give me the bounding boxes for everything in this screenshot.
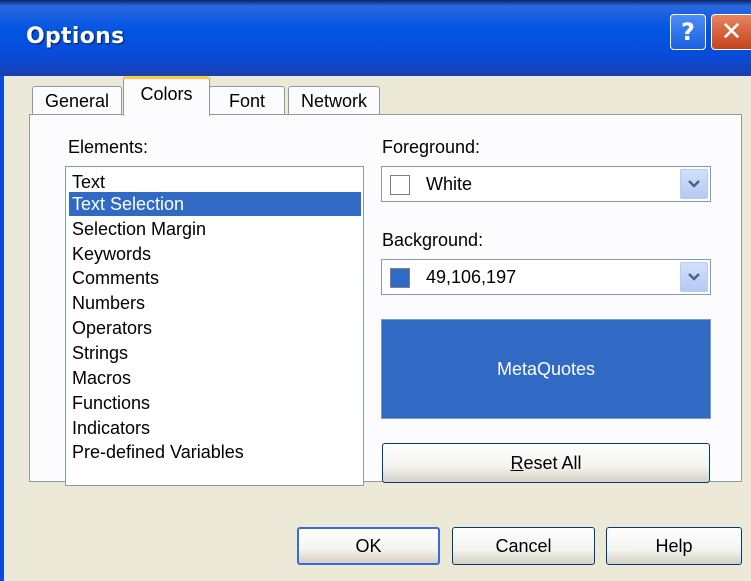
elements-label: Elements: [68,137,149,157]
list-item-keywords[interactable]: Keywords [72,242,151,266]
elements-listbox[interactable]: Text Text Selection Selection Margin Key… [65,166,364,486]
reset-all-label: eset All [523,452,582,473]
foreground-swatch [390,175,410,195]
title-bar[interactable]: Options ? ✕ [0,0,751,76]
list-item-predefined-variables[interactable]: Pre-defined Variables [72,440,244,464]
color-preview: MetaQuotes [381,319,711,419]
cancel-button[interactable]: Cancel [452,527,595,565]
list-item-numbers[interactable]: Numbers [72,291,145,315]
list-item-operators[interactable]: Operators [72,316,152,340]
help-icon: ? [681,18,695,46]
list-item-functions[interactable]: Functions [72,391,150,415]
close-icon: ✕ [720,17,743,47]
foreground-label: Foreground: [382,137,481,157]
list-item-text-selection[interactable]: Text Selection [69,192,361,216]
preview-text: MetaQuotes [496,358,596,379]
reset-all-button[interactable]: Reset All [382,443,710,483]
background-value: 49,106,197 [426,267,517,287]
list-item-macros[interactable]: Macros [72,366,131,390]
background-swatch [390,268,410,288]
window-title: Options [26,24,125,49]
list-item-strings[interactable]: Strings [72,341,128,365]
help-title-button[interactable]: ? [670,14,706,50]
ok-button[interactable]: OK [297,527,440,565]
options-dialog: Options ? ✕ General Colors Font Network … [0,0,751,581]
tab-network[interactable]: Network [288,86,380,116]
foreground-combo[interactable]: White [381,166,711,202]
background-dropdown-button[interactable] [680,262,708,292]
foreground-value: White [426,174,473,194]
list-item-text[interactable]: Text [72,170,105,194]
close-button[interactable]: ✕ [711,14,751,50]
help-button[interactable]: Help [606,527,742,565]
list-item-indicators[interactable]: Indicators [72,416,150,440]
chevron-down-icon [688,180,700,188]
foreground-dropdown-button[interactable] [680,169,708,199]
list-item-comments[interactable]: Comments [72,266,159,290]
background-combo[interactable]: 49,106,197 [381,259,711,295]
list-item-selection-margin[interactable]: Selection Margin [72,217,206,241]
background-label: Background: [382,230,484,250]
window-border [0,76,4,581]
reset-all-mnemonic: R [510,452,524,473]
tab-colors[interactable]: Colors [123,76,210,116]
tab-general[interactable]: General [32,86,122,116]
chevron-down-icon [688,273,700,281]
tab-font[interactable]: Font [209,86,285,116]
